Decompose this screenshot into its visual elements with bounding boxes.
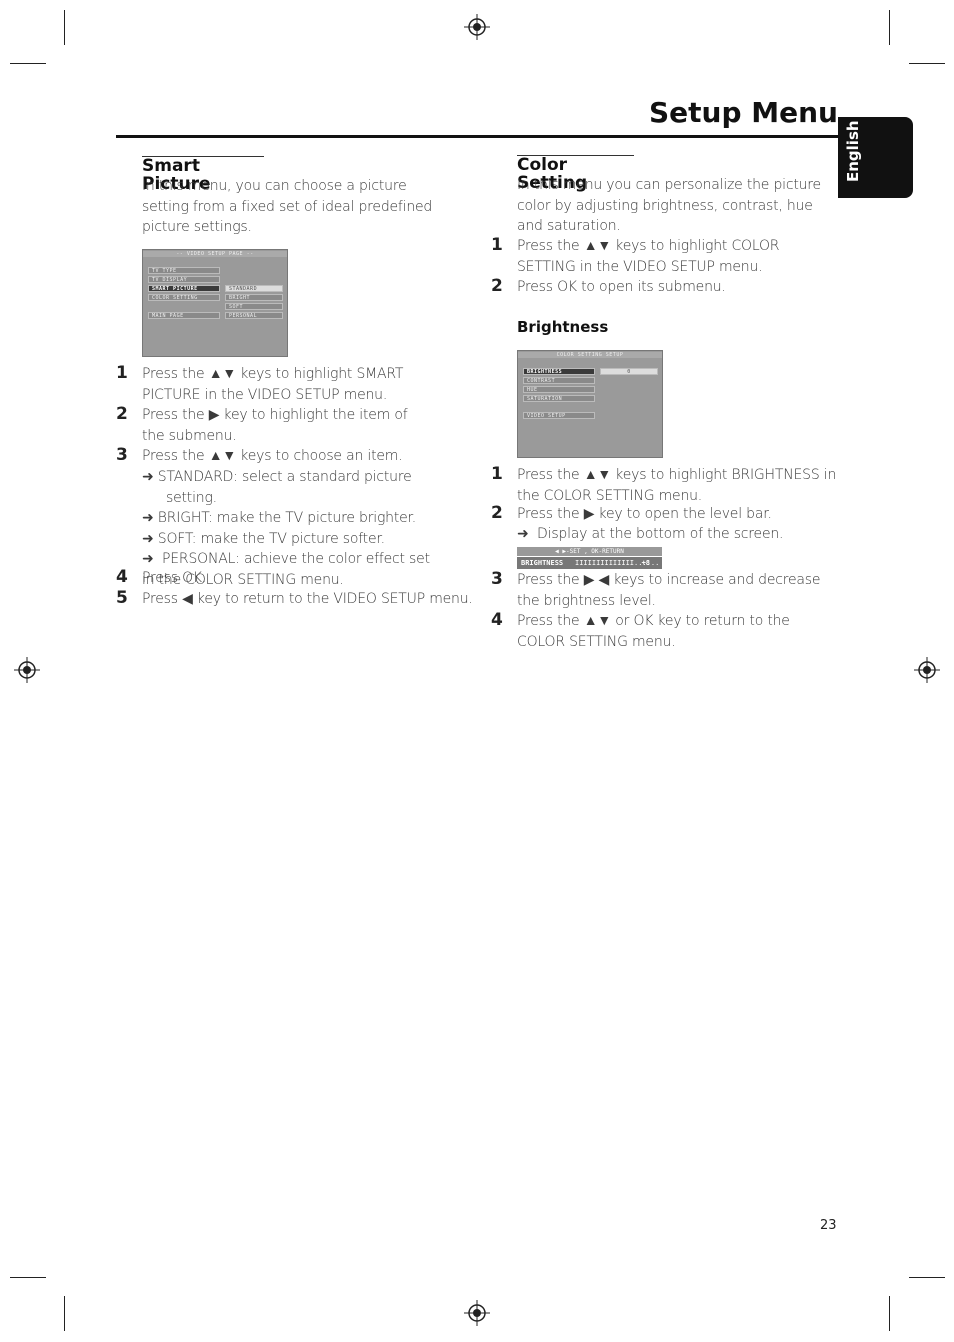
step-text: Press the ▶ key to open the level bar. (517, 506, 772, 522)
step-text: Press the ▲▼ keys to highlight BRIGHTNES… (517, 467, 837, 504)
crop-mark (10, 63, 46, 64)
menu-item: SMART PICTURE (148, 285, 220, 292)
step-text: Press the ▶ key to highlight the item of… (142, 407, 408, 444)
arrow-icon: ➜ (142, 530, 154, 547)
registration-mark-icon (14, 657, 40, 683)
intro-text: In this menu, you can choose a picture s… (142, 178, 433, 235)
screen-title: COLOR SETTING SETUP (518, 352, 662, 358)
menu-item: CONTRAST (523, 377, 595, 384)
crop-mark (909, 1277, 945, 1278)
step-text: Press the ▶ ◀ keys to increase and decre… (517, 572, 821, 609)
bullet-item: ➜ Display at the bottom of the screen. (517, 526, 784, 542)
step-text: Press the ▲▼ or OK key to return to the … (517, 613, 790, 650)
step-number: 1 (491, 235, 503, 255)
bullet-item: ➜ STANDARD: select a standard picture se… (142, 469, 412, 506)
menu-item: BRIGHTNESS (523, 368, 595, 375)
arrow-icon: ➜ (142, 551, 154, 567)
step-text: Press ◀ key to return to the VIDEO SETUP… (142, 591, 473, 607)
level-bar-value: +8 (641, 559, 650, 567)
arrow-icon: ➜ (517, 526, 529, 542)
brightness-value: 0 (600, 368, 658, 375)
menu-item: SATURATION (523, 395, 595, 402)
option-item: SOFT (225, 303, 283, 310)
step-number: 1 (116, 363, 128, 383)
crop-mark (889, 1296, 890, 1331)
step-number: 4 (491, 610, 503, 630)
bullet-item: ➜ SOFT: make the TV picture softer. (142, 530, 385, 547)
level-bar-hint: ◀ ▶-SET , OK-RETURN (517, 547, 662, 556)
menu-item: MAIN PAGE (148, 312, 220, 319)
crop-mark (64, 10, 65, 45)
registration-mark-icon (914, 657, 940, 683)
color-setting-screen: COLOR SETTING SETUP BRIGHTNESS CONTRAST … (517, 350, 663, 458)
crop-mark (889, 10, 890, 45)
arrow-icon: ➜ (142, 510, 154, 526)
language-tab: English (838, 117, 913, 198)
registration-mark-icon (464, 1300, 490, 1326)
arrow-icon: ➜ (142, 469, 154, 485)
menu-item: VIDEO SETUP (523, 412, 595, 419)
registration-mark-icon (464, 14, 490, 40)
step-number: 1 (491, 464, 503, 484)
step-text: Press OK to open its submenu. (517, 279, 726, 295)
option-item: PERSONAL (225, 312, 283, 319)
step-text: Press OK. (142, 570, 207, 586)
crop-mark (64, 1296, 65, 1331)
bullet-item: ➜ BRIGHT: make the TV picture brighter. (142, 510, 417, 526)
page-number: 23 (820, 1218, 837, 1233)
crop-mark (909, 63, 945, 64)
step-text: Press the ▲▼ keys to choose an item. (142, 448, 403, 464)
menu-item: COLOR SETTING (148, 294, 220, 301)
step-number: 2 (491, 503, 503, 523)
crop-mark (10, 1277, 46, 1278)
step-text: Press the ▲▼ keys to highlight SMART PIC… (142, 366, 404, 403)
intro-text: In this menu you can personalize the pic… (517, 177, 821, 234)
brightness-level-bar: ◀ ▶-SET , OK-RETURN BRIGHTNESS IIIIIIIII… (517, 547, 662, 569)
step-number: 3 (116, 445, 128, 465)
option-item: BRIGHT (225, 294, 283, 301)
step-number: 3 (491, 569, 503, 589)
menu-item: TV DISPLAY (148, 276, 220, 283)
menu-item: TV TYPE (148, 267, 220, 274)
step-text: Press the ▲▼ keys to highlight COLOR SET… (517, 238, 780, 275)
subheading-brightness: Brightness (517, 318, 609, 336)
video-setup-screen: -- VIDEO SETUP PAGE -- TV TYPE TV DISPLA… (142, 249, 288, 357)
title-rule (116, 135, 838, 138)
step-number: 4 (116, 567, 128, 587)
menu-item: HUE (523, 386, 595, 393)
step-number: 2 (116, 404, 128, 424)
step-number: 2 (491, 276, 503, 296)
page-title: Setup Menu (649, 96, 838, 129)
manual-page: Setup Menu English Smart Picture In this… (0, 0, 954, 1342)
screen-title: -- VIDEO SETUP PAGE -- (143, 251, 287, 257)
option-item: STANDARD (225, 285, 283, 292)
level-bar-label: BRIGHTNESS (521, 559, 564, 567)
language-label: English (844, 120, 862, 182)
step-number: 5 (116, 588, 128, 608)
